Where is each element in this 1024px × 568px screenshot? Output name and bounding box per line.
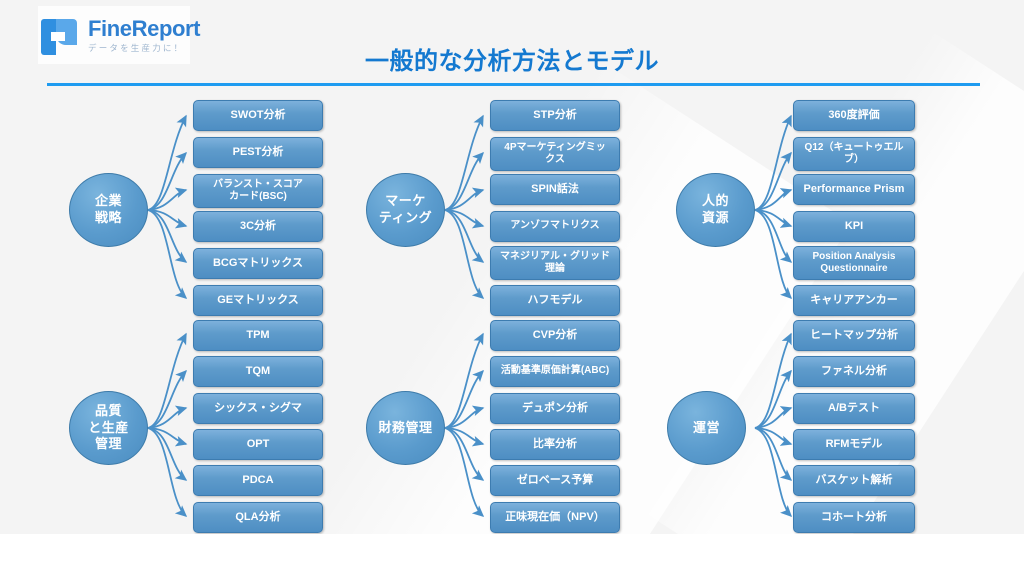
node-kpi[interactable]: KPI [793,211,915,242]
node-six-sigma[interactable]: シックス・シグマ [193,393,323,424]
node-360-review[interactable]: 360度評価 [793,100,915,131]
node-funnel[interactable]: ファネル分析 [793,356,915,387]
logo-wordmark: FineReport [88,15,201,41]
node-ab-test[interactable]: A/Bテスト [793,393,915,424]
node-abc[interactable]: 活動基準原価計算(ABC) [490,356,620,387]
hub-quality-production[interactable]: 品質 と生産 管理 [69,391,148,465]
node-pest[interactable]: PEST分析 [193,137,323,168]
node-zero-base-budget[interactable]: ゼロベース予算 [490,465,620,496]
node-swot[interactable]: SWOT分析 [193,100,323,131]
node-bsc[interactable]: バランスト・スコア カード(BSC) [193,174,323,208]
node-tqm[interactable]: TQM [193,356,323,387]
hub-marketing[interactable]: マーケ ティング [366,173,445,247]
hub-operations[interactable]: 運営 [667,391,746,465]
node-opt[interactable]: OPT [193,429,323,460]
bottom-strip [0,534,1024,568]
node-3c[interactable]: 3C分析 [193,211,323,242]
page-title: 一般的な分析方法とモデル [365,48,659,75]
node-pdca[interactable]: PDCA [193,465,323,496]
node-npv[interactable]: 正味現在価（NPV） [490,502,620,533]
node-tpm[interactable]: TPM [193,320,323,351]
node-bcg-matrix[interactable]: BCGマトリックス [193,248,323,279]
node-4p-mix[interactable]: 4Pマーケティングミッ クス [490,137,620,171]
node-rfm[interactable]: RFMモデル [793,429,915,460]
node-cohort[interactable]: コホート分析 [793,502,915,533]
node-cvp[interactable]: CVP分析 [490,320,620,351]
node-performance-prism[interactable]: Performance Prism [793,174,915,205]
node-heatmap[interactable]: ヒートマップ分析 [793,320,915,351]
node-managerial-grid[interactable]: マネジリアル・グリッド 理論 [490,246,620,280]
node-dupont[interactable]: デュポン分析 [490,393,620,424]
node-qla[interactable]: QLA分析 [193,502,323,533]
node-paq[interactable]: Position Analysis Questionnaire [793,246,915,280]
node-basket[interactable]: バスケット解析 [793,465,915,496]
hub-human-resources[interactable]: 人的 資源 [676,173,755,247]
hub-financial-management[interactable]: 財務管理 [366,391,445,465]
node-huff-model[interactable]: ハフモデル [490,285,620,316]
node-stp[interactable]: STP分析 [490,100,620,131]
node-spin[interactable]: SPIN話法 [490,174,620,205]
node-ge-matrix[interactable]: GEマトリックス [193,285,323,316]
node-ansoff[interactable]: アンゾフマトリクス [490,211,620,242]
slide-canvas: FineReport データを生産力に！ 一般的な分析方法とモデル 企業 戦略 … [0,0,1024,534]
node-career-anchor[interactable]: キャリアアンカー [793,285,915,316]
hub-corporate-strategy[interactable]: 企業 戦略 [69,173,148,247]
node-q12[interactable]: Q12（キュートゥエル ブ） [793,137,915,171]
node-ratio-analysis[interactable]: 比率分析 [490,429,620,460]
title-divider [47,83,980,86]
